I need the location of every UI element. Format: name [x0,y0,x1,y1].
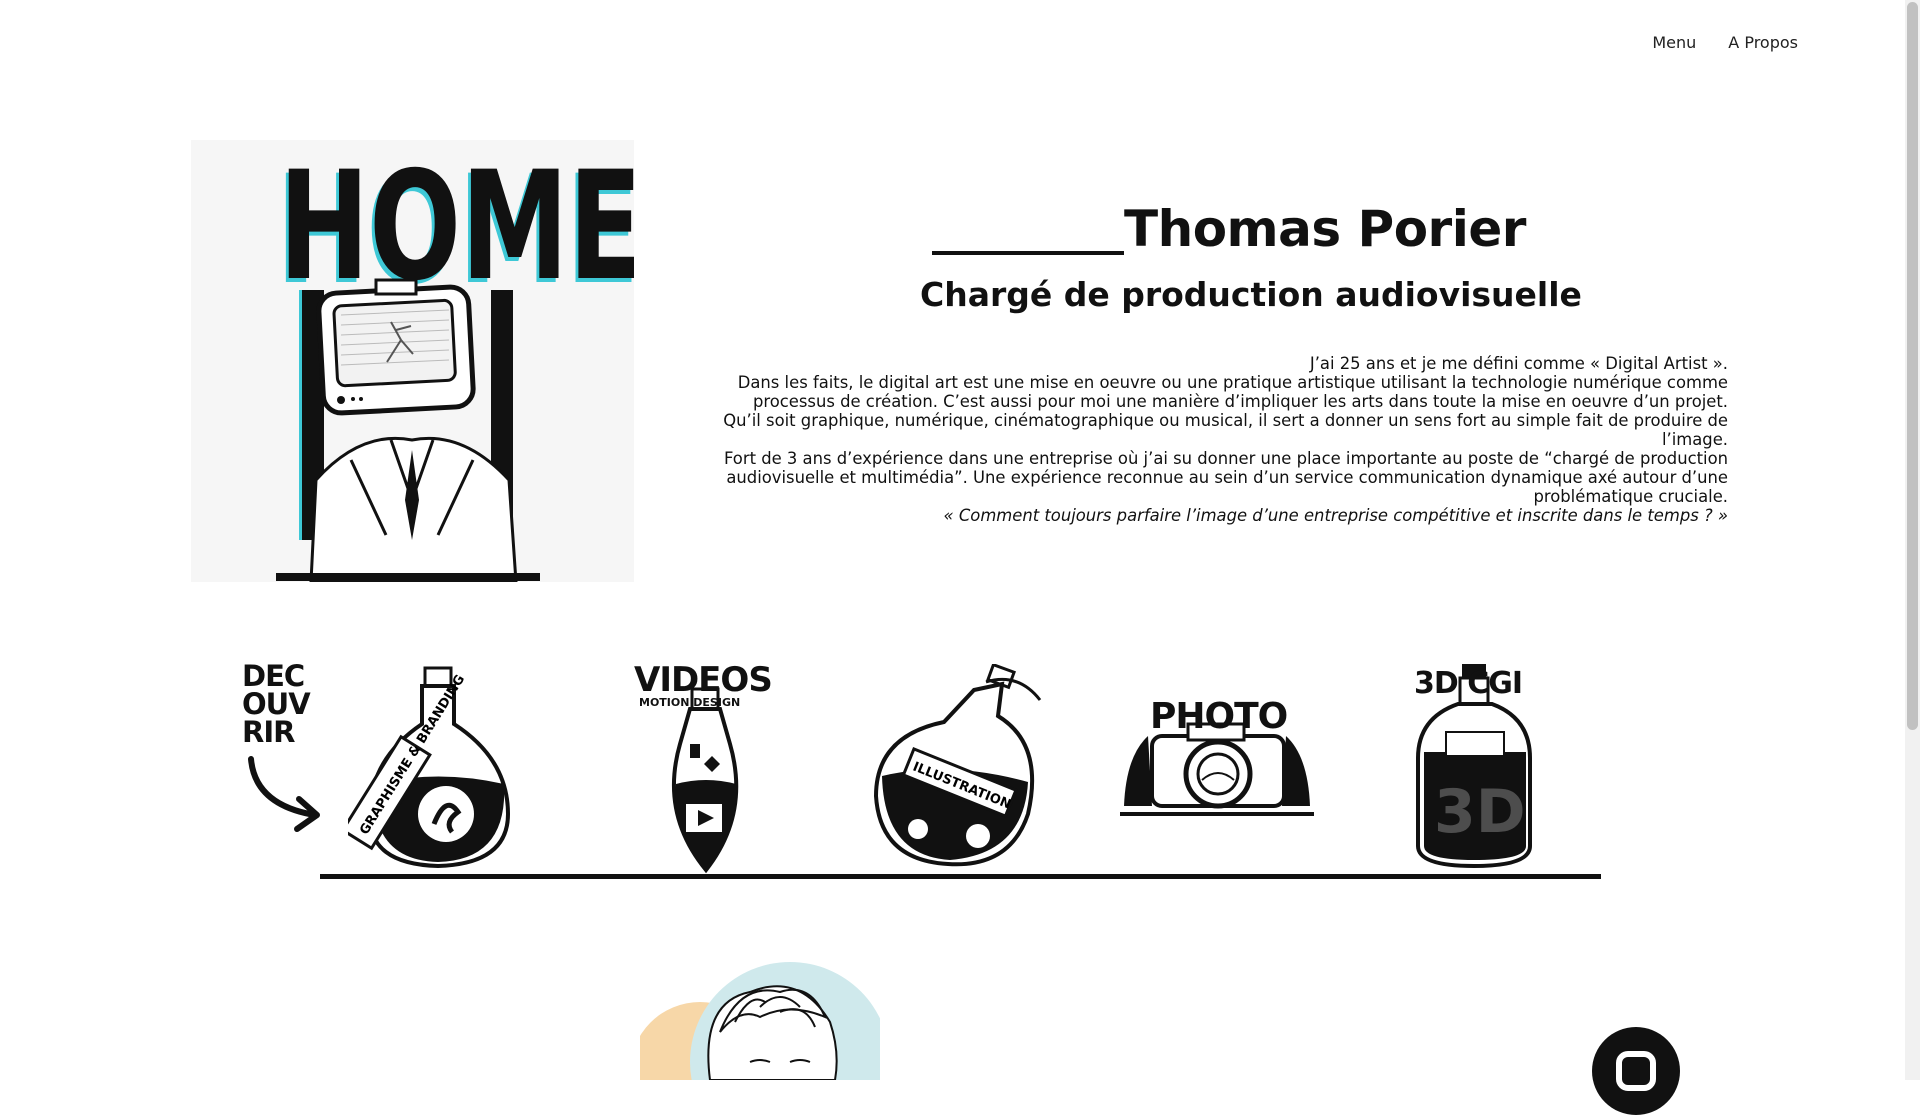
bio-text: J’ai 25 ans et je me défini comme « Digi… [668,354,1728,525]
instagram-icon [1616,1051,1656,1091]
scrollbar-thumb[interactable] [1907,2,1918,730]
portfolio-illustration-link[interactable]: ILLUSTRATION [868,662,1048,870]
name-heading-wrap: Thomas Porier [932,200,1532,258]
job-title: Chargé de production audiovisuelle [920,275,1582,314]
avatar-illustration [640,962,880,1080]
bio-paragraph: J’ai 25 ans et je me défini comme « Digi… [1309,354,1728,373]
instagram-link[interactable] [1592,1027,1680,1115]
nav-about-link[interactable]: A Propos [1728,33,1798,52]
name-underline-decoration [932,251,1124,255]
bio-paragraph: Dans les faits, le digital art est une m… [737,373,1728,411]
nav-menu-link[interactable]: Menu [1652,33,1696,52]
videos-sublabel: MOTION DESIGN [639,696,741,709]
videos-label: VIDEOS [634,660,773,700]
bio-quote: « Comment toujours parfaire l’image d’un… [943,506,1728,525]
curved-arrow-icon [248,756,320,832]
discover-label-line: DEC [242,659,305,693]
portfolio-graphisme-link[interactable]: GRAPHISME & BRANDING [340,664,523,870]
discover-label-line: RIR [242,715,295,749]
top-nav: Menu A Propos [1652,33,1798,52]
potion-illustration-icon: ILLUSTRATION [873,662,1042,867]
portfolio-videos-link[interactable]: VIDEOS MOTION DESIGN [632,660,777,874]
discover-baseline-divider [320,874,1601,879]
discover-label-line: OUV [242,687,311,721]
portfolio-3d-link[interactable]: 3D CGI 3D [1412,662,1538,870]
page-scrollbar[interactable] [1905,0,1920,1080]
potion-graphisme-icon: GRAPHISME & BRANDING [340,666,511,869]
3d-cgi-label: 3D CGI [1414,666,1523,701]
photo-label: PHOTO [1150,696,1288,737]
bio-paragraph: Fort de 3 ans d’expérience dans une entr… [723,449,1728,506]
bio-paragraph: Qu’il soit graphique, numérique, cinémat… [723,411,1728,449]
hero-illustration: HOME HOME [191,140,634,582]
page-title: Thomas Porier [1124,200,1526,258]
portfolio-photo-link[interactable]: PHOTO [1118,696,1316,822]
discover-label: DEC OUV RIR [242,659,311,749]
svg-text:3D: 3D [1434,777,1526,847]
